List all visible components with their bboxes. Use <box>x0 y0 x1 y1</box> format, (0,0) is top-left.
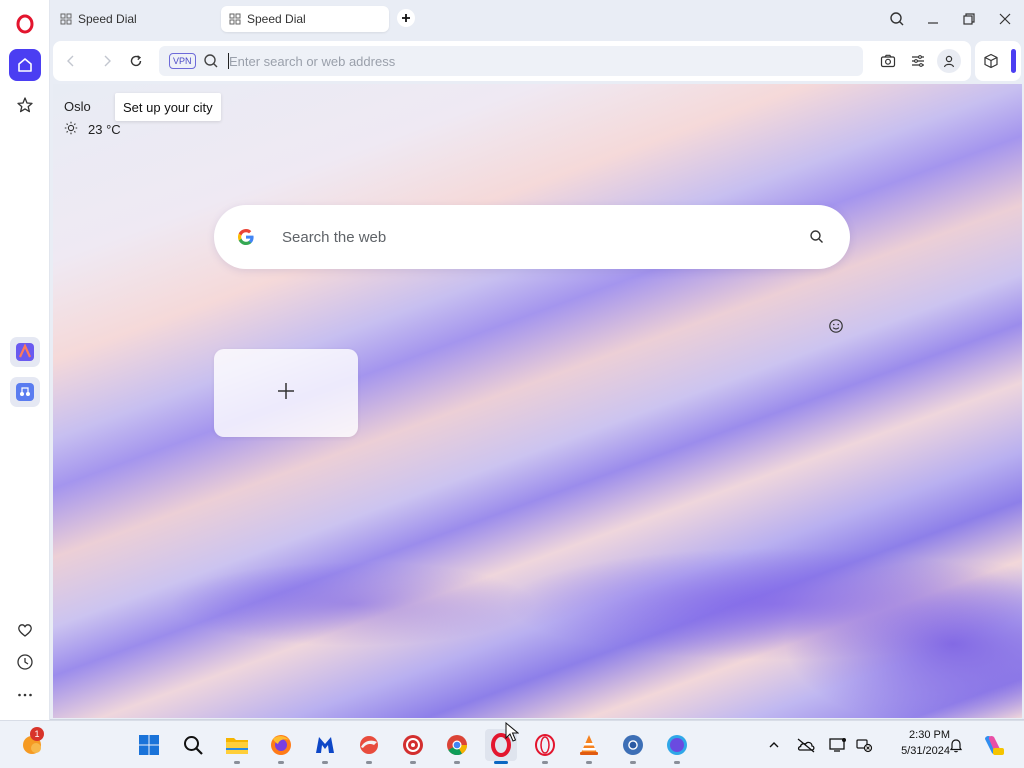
profile-icon[interactable] <box>937 49 961 73</box>
start-icon[interactable] <box>133 729 165 761</box>
weather-widget[interactable]: 23 °C <box>64 121 121 138</box>
tab-speed-dial-active[interactable]: Speed Dial <box>221 6 389 32</box>
speed-dial-icon <box>229 13 241 25</box>
toolbar: VPN <box>53 41 971 81</box>
weather-city[interactable]: Oslo <box>64 99 91 114</box>
tab-bar: Speed Dial Speed Dial <box>50 0 1024 40</box>
address-bar[interactable]: VPN <box>159 46 863 76</box>
tab-search-icon[interactable] <box>885 8 909 30</box>
app-indicator <box>454 761 460 764</box>
ccleaner-icon[interactable] <box>353 729 385 764</box>
new-tab-button[interactable] <box>397 9 415 27</box>
app-indicator <box>322 761 328 764</box>
plus-icon <box>276 381 296 406</box>
aria-icon[interactable] <box>10 337 40 367</box>
app-indicator <box>410 761 416 764</box>
app-indicator <box>234 761 240 764</box>
sidebar-toggle-indicator[interactable] <box>1011 49 1016 73</box>
minimize-icon[interactable] <box>921 8 945 30</box>
restore-icon[interactable] <box>957 8 981 30</box>
extensions-area <box>975 41 1021 81</box>
web-search-box[interactable] <box>214 205 850 269</box>
clock[interactable]: 2:30 PM 5/31/2024 <box>880 727 950 759</box>
address-input[interactable] <box>229 52 829 70</box>
search-icon[interactable] <box>808 228 826 246</box>
star-icon[interactable] <box>9 89 41 121</box>
opera-logo-icon[interactable] <box>9 8 41 40</box>
opera-gx-icon[interactable] <box>529 729 561 764</box>
back-icon[interactable] <box>61 51 81 71</box>
vlc-icon[interactable] <box>573 729 605 764</box>
app-red-icon[interactable] <box>397 729 429 764</box>
chevron-up-icon[interactable] <box>763 734 785 756</box>
onedrive-icon[interactable] <box>795 734 817 756</box>
add-speed-dial-button[interactable] <box>214 349 358 437</box>
smiley-icon[interactable] <box>828 318 844 334</box>
mouse-cursor-icon <box>505 722 519 742</box>
clock-date: 5/31/2024 <box>901 745 950 757</box>
app-indicator <box>366 761 372 764</box>
clock-time: 2:30 PM <box>909 729 950 741</box>
temperature: 23 °C <box>88 122 121 137</box>
app-indicator <box>674 761 680 764</box>
more-icon[interactable] <box>9 679 41 711</box>
vpn-badge[interactable]: VPN <box>169 53 196 69</box>
network-icon[interactable] <box>853 734 875 756</box>
history-icon[interactable] <box>9 646 41 678</box>
app-indicator <box>542 761 548 764</box>
camera-icon[interactable] <box>878 51 898 71</box>
search-icon[interactable] <box>177 729 209 761</box>
home-icon[interactable] <box>9 49 41 81</box>
copilot-icon[interactable] <box>980 732 1006 758</box>
malwarebytes-icon[interactable] <box>309 729 341 764</box>
bell-icon[interactable] <box>945 734 967 756</box>
reload-icon[interactable] <box>126 51 146 71</box>
screen: Speed Dial Speed Dial VPN Enter search o… <box>0 0 1024 768</box>
web-search-input[interactable] <box>282 227 782 247</box>
extensions-icon[interactable] <box>981 51 1001 71</box>
app-indicator <box>278 761 284 764</box>
firefox-icon[interactable] <box>265 729 297 764</box>
chromium-icon[interactable] <box>617 729 649 764</box>
heart-icon[interactable] <box>9 614 41 646</box>
sidebar <box>0 0 50 720</box>
search-icon <box>203 53 219 74</box>
close-icon[interactable] <box>993 8 1017 30</box>
display-icon[interactable] <box>827 734 849 756</box>
tab-speed-dial[interactable]: Speed Dial <box>52 6 212 32</box>
tab-label: Speed Dial <box>247 12 306 26</box>
chrome-icon[interactable] <box>441 729 473 764</box>
browser-window: Speed Dial Speed Dial VPN Enter search o… <box>0 0 1024 720</box>
music-player-icon[interactable] <box>10 377 40 407</box>
notification-badge: 1 <box>30 727 44 741</box>
easy-setup-icon[interactable] <box>908 51 928 71</box>
edge-blue-icon[interactable] <box>661 729 693 764</box>
weather-widget-icon[interactable]: 1 <box>16 727 48 761</box>
app-indicator <box>494 761 508 764</box>
app-indicator <box>586 761 592 764</box>
google-icon <box>236 227 256 247</box>
app-indicator <box>630 761 636 764</box>
sun-icon <box>64 121 78 138</box>
speed-dial-icon <box>60 13 72 25</box>
tab-label: Speed Dial <box>78 12 137 26</box>
file-explorer-icon[interactable] <box>221 729 253 764</box>
forward-icon[interactable] <box>97 51 117 71</box>
setup-city-tooltip[interactable]: Set up your city <box>115 93 221 121</box>
speed-dial-page: Oslo Set up your city 23 °C <box>53 84 1022 718</box>
